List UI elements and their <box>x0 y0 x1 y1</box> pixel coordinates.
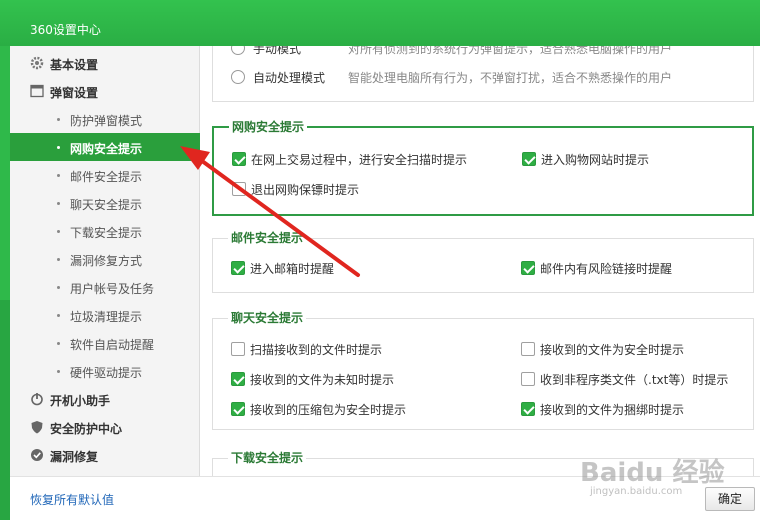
bullet-icon <box>57 314 60 317</box>
sidebar-item-popup-mode[interactable]: 防护弹窗模式 <box>10 105 200 133</box>
checkbox[interactable] <box>231 402 245 416</box>
checkbox-label: 收到非程序类文件（.txt等）时提示 <box>540 373 729 387</box>
bullet-icon <box>57 230 60 233</box>
window-icon <box>30 84 44 98</box>
sidebar-section-boot-helper[interactable]: 开机小助手 <box>10 385 200 413</box>
sidebar-item-accounts[interactable]: 用户帐号及任务 <box>10 273 200 301</box>
auto-mode-label: 自动处理模式 <box>253 71 326 85</box>
sidebar-item-label: 垃圾清理提示 <box>70 310 143 324</box>
restore-defaults-link[interactable]: 恢复所有默认值 <box>30 491 114 508</box>
bullet-icon <box>57 146 60 149</box>
checkbox[interactable] <box>521 342 535 356</box>
bullet-icon <box>57 118 60 121</box>
sidebar-item-label: 下载安全提示 <box>70 226 143 240</box>
checkbox-label: 在网上交易过程中，进行安全扫描时提示 <box>251 153 468 167</box>
bullet-icon <box>57 258 60 261</box>
bullet-icon <box>57 174 60 177</box>
sidebar-item-autostart[interactable]: 软件自启动提醒 <box>10 329 200 357</box>
sidebar-section-patch[interactable]: 漏洞修复 <box>10 441 200 469</box>
checkbox-label: 扫描接收到的文件时提示 <box>250 343 383 357</box>
checkbox[interactable] <box>231 342 245 356</box>
popup-mode-section: 手动模式 对所有侦测到的系统行为弹窗提示，适合熟悉电脑操作的用户 自动处理模式 … <box>212 46 754 102</box>
ok-button[interactable]: 确定 <box>705 487 755 511</box>
checkbox[interactable] <box>521 372 535 386</box>
manual-mode-desc: 对所有侦测到的系统行为弹窗提示，适合熟悉电脑操作的用户 <box>348 46 673 56</box>
sidebar-item-mail[interactable]: 邮件安全提示 <box>10 161 200 189</box>
shopping-section: 网购安全提示 在网上交易过程中，进行安全扫描时提示 进入购物网站时提示 退出网购… <box>212 118 754 216</box>
checkbox-label: 邮件内有风险链接时提醒 <box>540 262 673 276</box>
sidebar-item-label: 硬件驱动提示 <box>70 366 143 380</box>
sidebar-section-popup[interactable]: 弹窗设置 <box>10 77 200 105</box>
checkbox[interactable] <box>521 402 535 416</box>
bullet-icon <box>57 286 60 289</box>
sidebar-section-label: 基本设置 <box>50 58 99 72</box>
auto-mode-radio[interactable] <box>231 70 245 84</box>
sidebar-item-label: 防护弹窗模式 <box>70 114 143 128</box>
sidebar-item-patch-mode[interactable]: 漏洞修复方式 <box>10 245 200 273</box>
sidebar-item-label: 用户帐号及任务 <box>70 282 155 296</box>
bullet-icon <box>57 370 60 373</box>
watermark-url: jingyan.baidu.com <box>590 486 683 497</box>
checkbox-label: 退出网购保镖时提示 <box>251 183 360 197</box>
manual-mode-label: 手动模式 <box>253 46 302 56</box>
sidebar-item-shopping[interactable]: 网购安全提示 <box>10 133 200 161</box>
sidebar-item-label: 聊天安全提示 <box>70 198 143 212</box>
sidebar-item-label: 邮件安全提示 <box>70 170 143 184</box>
section-title: 邮件安全提示 <box>228 229 307 246</box>
checkbox[interactable] <box>232 182 246 196</box>
patch-icon <box>31 449 43 461</box>
manual-mode-radio[interactable] <box>231 46 245 55</box>
power-icon <box>31 393 43 406</box>
checkbox-label: 接收到的文件为安全时提示 <box>540 343 685 357</box>
checkbox-label: 进入购物网站时提示 <box>541 153 650 167</box>
watermark: Baidu 经验 <box>580 458 725 488</box>
checkbox-label: 接收到的压缩包为安全时提示 <box>250 403 407 417</box>
checkbox[interactable] <box>231 261 245 275</box>
sidebar-section-basic[interactable]: 基本设置 <box>10 49 200 77</box>
sidebar-section-protection[interactable]: 安全防护中心 <box>10 413 200 441</box>
section-title: 下载安全提示 <box>228 449 307 466</box>
sidebar-item-cleanup[interactable]: 垃圾清理提示 <box>10 301 200 329</box>
chat-section: 聊天安全提示 扫描接收到的文件时提示 接收到的文件为安全时提示 接收到的文件为未… <box>212 309 754 430</box>
background-decoration <box>0 300 10 520</box>
sidebar: 基本设置 弹窗设置 防护弹窗模式 网购安全提示 邮件安全提示 聊天安全提示 下载… <box>10 46 200 476</box>
gear-icon <box>30 56 44 70</box>
window-title: 360设置中心 <box>30 23 101 37</box>
section-title: 聊天安全提示 <box>228 309 307 326</box>
settings-content: 手动模式 对所有侦测到的系统行为弹窗提示，适合熟悉电脑操作的用户 自动处理模式 … <box>201 46 760 476</box>
shield-icon <box>31 421 43 434</box>
sidebar-section-label: 开机小助手 <box>50 394 111 408</box>
sidebar-item-drivers[interactable]: 硬件驱动提示 <box>10 357 200 385</box>
sidebar-item-chat[interactable]: 聊天安全提示 <box>10 189 200 217</box>
sidebar-item-label: 软件自启动提醒 <box>70 338 155 352</box>
checkbox-label: 进入邮箱时提醒 <box>250 262 335 276</box>
sidebar-section-label: 漏洞修复 <box>50 450 99 464</box>
section-title: 网购安全提示 <box>229 118 308 135</box>
checkbox[interactable] <box>522 152 536 166</box>
checkbox[interactable] <box>521 261 535 275</box>
bullet-icon <box>57 342 60 345</box>
checkbox[interactable] <box>232 152 246 166</box>
checkbox-label: 接收到的文件为未知时提示 <box>250 373 395 387</box>
sidebar-item-label: 网购安全提示 <box>70 142 143 156</box>
settings-window: 基本设置 弹窗设置 防护弹窗模式 网购安全提示 邮件安全提示 聊天安全提示 下载… <box>10 46 760 520</box>
sidebar-item-label: 漏洞修复方式 <box>70 254 143 268</box>
checkbox[interactable] <box>231 372 245 386</box>
checkbox-label: 接收到的文件为捆绑时提示 <box>540 403 685 417</box>
bullet-icon <box>57 202 60 205</box>
title-bar: 360设置中心 <box>0 0 760 46</box>
sidebar-item-download[interactable]: 下载安全提示 <box>10 217 200 245</box>
auto-mode-desc: 智能处理电脑所有行为，不弹窗打扰，适合不熟悉操作的用户 <box>348 71 673 85</box>
mail-section: 邮件安全提示 进入邮箱时提醒 邮件内有风险链接时提醒 <box>212 229 754 293</box>
sidebar-section-label: 安全防护中心 <box>50 422 123 436</box>
sidebar-section-label: 弹窗设置 <box>50 86 99 100</box>
